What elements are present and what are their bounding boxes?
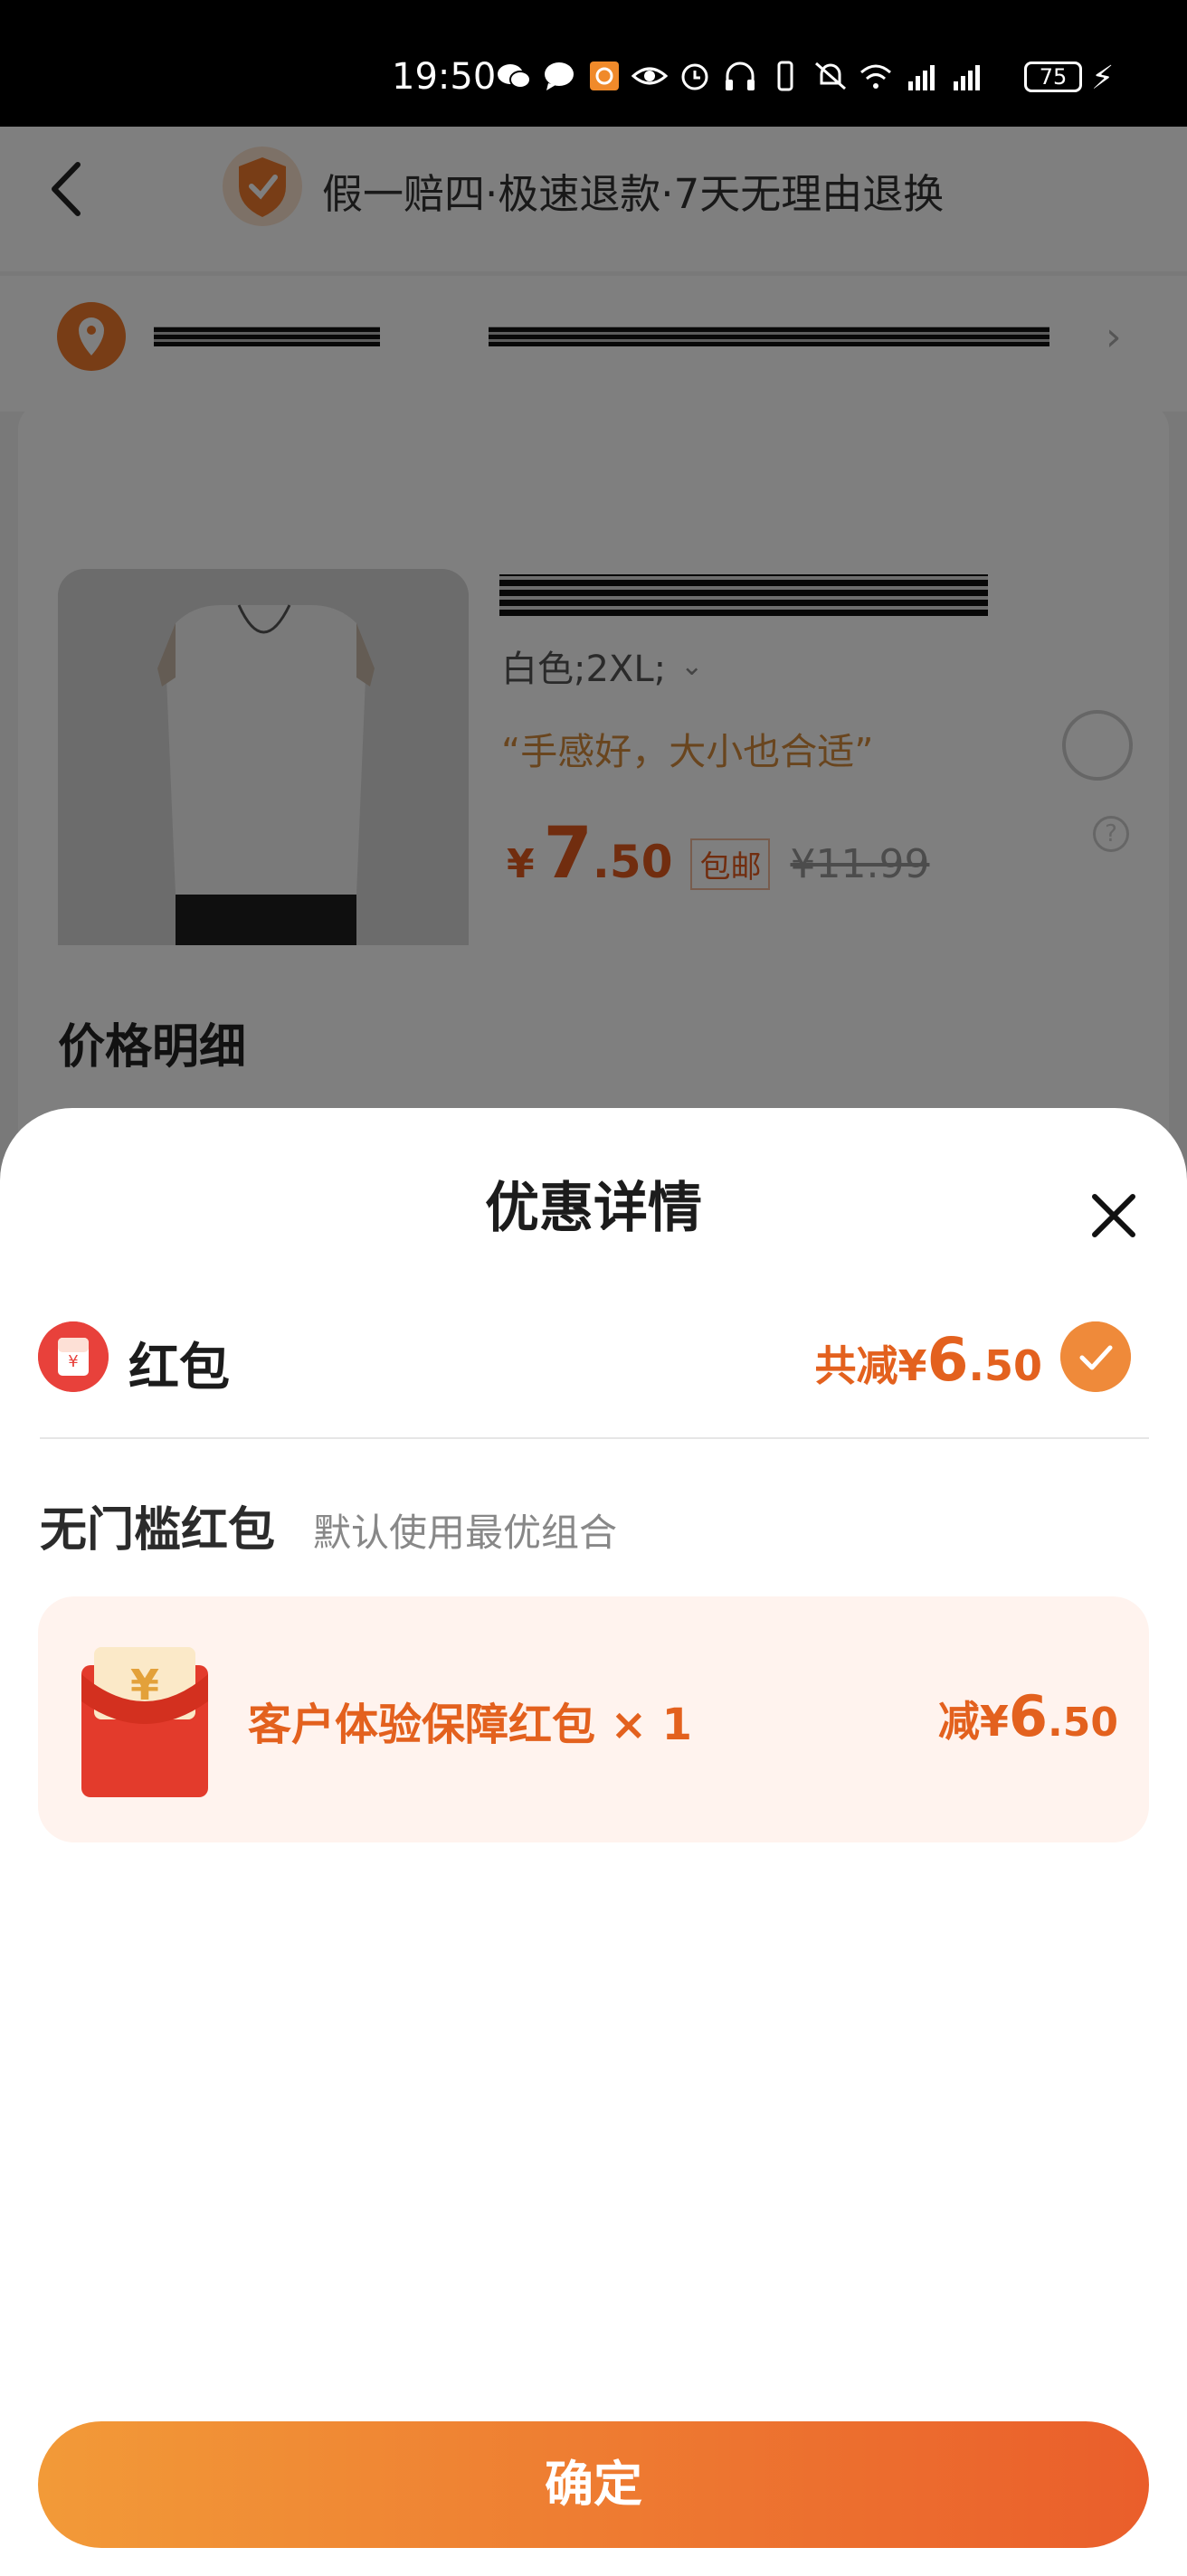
red-packet-icon: ¥ xyxy=(38,1321,109,1392)
alarm-icon xyxy=(677,60,713,92)
total-prefix: 共减¥ xyxy=(814,1341,927,1390)
red-envelope-icon: ¥ xyxy=(81,1647,208,1797)
divider xyxy=(40,1437,1149,1439)
wifi-icon xyxy=(858,60,894,92)
amount-decimal: .50 xyxy=(1048,1700,1118,1746)
status-time: 19:50 xyxy=(392,56,497,98)
amount-prefix: 减¥ xyxy=(937,1697,1009,1746)
message-icon xyxy=(541,60,577,92)
close-icon[interactable] xyxy=(1082,1184,1145,1247)
red-packet-row[interactable]: ¥ 红包 共减¥ 6 .50 xyxy=(0,1307,1187,1416)
coupon-amount: 减¥ 6 .50 xyxy=(938,1683,1118,1749)
mute-icon xyxy=(812,60,849,92)
total-decimal: .50 xyxy=(968,1341,1043,1390)
status-icons xyxy=(496,60,984,92)
eye-icon xyxy=(631,60,668,92)
app-icon xyxy=(586,60,622,92)
red-packet-label: 红包 xyxy=(128,1339,230,1397)
checkmark-icon[interactable] xyxy=(1060,1321,1131,1392)
svg-text:¥: ¥ xyxy=(68,1352,78,1371)
signal-5g-icon xyxy=(903,60,939,92)
amount-integer: 6 xyxy=(1008,1683,1049,1749)
section-title: 无门槛红包 xyxy=(40,1503,276,1558)
svg-text:¥: ¥ xyxy=(130,1661,159,1709)
vibrate-icon xyxy=(767,60,803,92)
signal-5g-icon xyxy=(948,60,984,92)
coupon-card[interactable]: ¥ 客户体验保障红包 × 1 减¥ 6 .50 xyxy=(38,1596,1149,1842)
red-packet-total: 共减¥ 6 .50 xyxy=(815,1325,1042,1395)
status-bar: 19:50 75 ⚡ xyxy=(0,0,1187,127)
discount-detail-sheet: 优惠详情 ¥ 红包 共减¥ 6 .50 无门槛红包 默认使用最优组合 ¥ 客户体… xyxy=(0,1108,1187,2576)
total-integer: 6 xyxy=(926,1325,969,1395)
sheet-title: 优惠详情 xyxy=(485,1177,702,1240)
confirm-button[interactable]: 确定 xyxy=(38,2421,1149,2548)
battery-indicator: 75 xyxy=(1024,62,1082,92)
wechat-icon xyxy=(496,60,532,92)
charging-icon: ⚡ xyxy=(1091,60,1115,97)
headphones-icon xyxy=(722,60,758,92)
section-subtitle: 默认使用最优组合 xyxy=(313,1511,618,1555)
coupon-name: 客户体验保障红包 × 1 xyxy=(248,1700,693,1750)
